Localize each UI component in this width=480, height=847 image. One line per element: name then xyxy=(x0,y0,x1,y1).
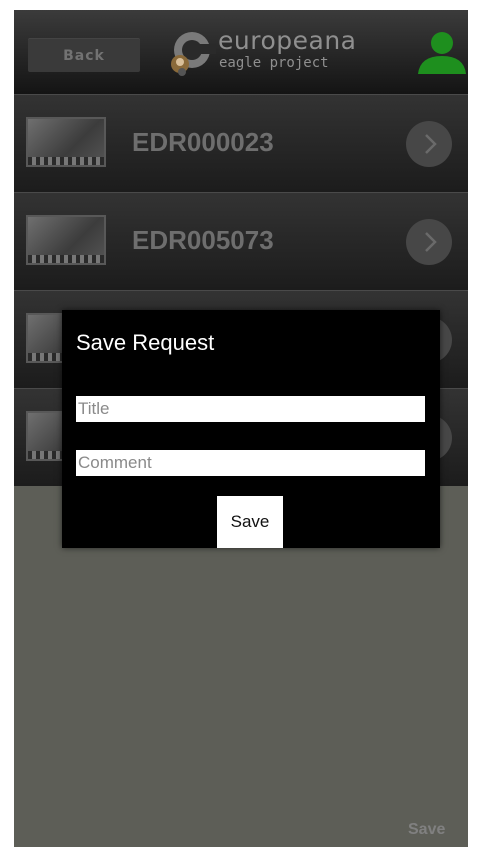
app-header: Back europeana eagle project xyxy=(14,10,468,94)
record-id: EDR005073 xyxy=(132,225,274,255)
save-button[interactable]: Save xyxy=(217,496,283,548)
save-request-dialog: Save Request Save xyxy=(62,310,440,548)
comment-field[interactable] xyxy=(76,450,425,476)
europeana-logo-icon xyxy=(171,32,216,76)
record-thumbnail xyxy=(26,117,106,167)
title-field[interactable] xyxy=(76,396,425,422)
footer-save-button[interactable]: Save xyxy=(408,821,445,839)
record-thumbnail xyxy=(26,215,106,265)
europeana-logo: europeana eagle project xyxy=(170,24,370,82)
dialog-title: Save Request xyxy=(76,330,215,355)
logo-subtitle: eagle project xyxy=(219,55,329,71)
chevron-right-icon[interactable] xyxy=(406,121,452,167)
list-item[interactable]: EDR005073 xyxy=(14,192,468,290)
record-id: EDR000023 xyxy=(132,127,274,157)
logo-title: europeana xyxy=(218,26,357,55)
back-button[interactable]: Back xyxy=(28,38,140,72)
list-item[interactable]: EDR000023 xyxy=(14,94,468,192)
chevron-right-icon[interactable] xyxy=(406,219,452,265)
user-icon[interactable] xyxy=(416,30,468,76)
